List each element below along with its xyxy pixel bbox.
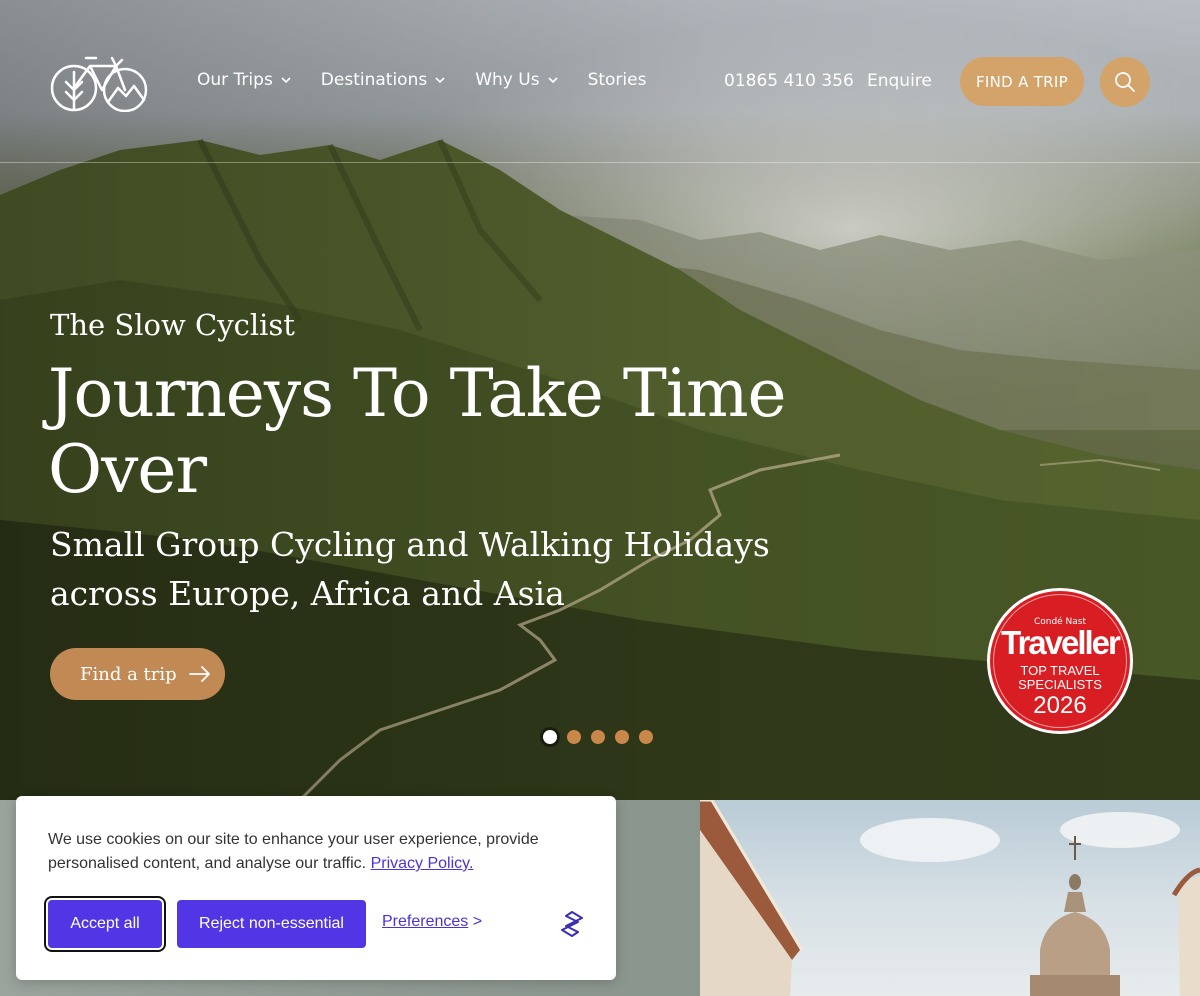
nav-destinations[interactable]: Destinations — [321, 70, 445, 90]
search-icon — [1115, 72, 1135, 92]
accept-all-button[interactable]: Accept all — [48, 900, 162, 948]
nav-label: Our Trips — [197, 70, 273, 90]
arrow-right-icon — [188, 666, 210, 682]
nav-label: Stories — [587, 70, 647, 90]
nav-why-us[interactable]: Why Us — [475, 70, 558, 90]
search-button[interactable] — [1100, 57, 1150, 107]
nav-our-trips[interactable]: Our Trips — [197, 70, 291, 90]
preferences-chevron: > — [472, 913, 483, 930]
privacy-policy-link[interactable]: Privacy Policy. — [371, 855, 474, 872]
carousel-dot[interactable] — [543, 730, 557, 744]
badge-award: TOP TRAVEL SPECIALISTS — [1018, 663, 1102, 692]
preferences-label: Preferences — [382, 913, 469, 930]
hero-headline: Journeys To Take Time Over — [48, 355, 787, 508]
carousel-dots — [543, 730, 653, 744]
conde-nast-traveller-badge: Condé Nast Traveller TOP TRAVEL SPECIALI… — [987, 588, 1133, 734]
chevron-down-icon — [281, 77, 291, 84]
nav-label: Why Us — [475, 70, 540, 90]
chevron-down-icon — [435, 77, 445, 84]
cta-label: Find a trip — [80, 663, 177, 685]
find-a-trip-button[interactable]: FIND A TRIP — [960, 57, 1084, 106]
carousel-dot[interactable] — [615, 730, 629, 744]
enquire-link[interactable]: Enquire — [867, 71, 932, 91]
cookie-message: We use cookies on our site to enhance yo… — [48, 828, 588, 876]
cookie-consent-banner: We use cookies on our site to enhance yo… — [16, 796, 616, 980]
badge-title: Traveller — [1001, 624, 1121, 661]
carousel-dot[interactable] — [591, 730, 605, 744]
chevron-down-icon — [548, 77, 558, 84]
hero-subheading: Small Group Cycling and Walking Holidays… — [50, 525, 770, 613]
phone-link[interactable]: 01865 410 356 — [724, 71, 854, 91]
church-tower-image — [700, 800, 1200, 996]
carousel-dot[interactable] — [567, 730, 581, 744]
reject-non-essential-button[interactable]: Reject non-essential — [177, 900, 366, 948]
preferences-link[interactable]: Preferences > — [382, 913, 482, 931]
nav-stories[interactable]: Stories — [588, 70, 647, 90]
site-header: Our Trips Destinations Why Us Stories 01… — [0, 0, 1200, 163]
main-nav: Our Trips Destinations Why Us Stories — [197, 70, 676, 90]
badge-year: 2026 — [1033, 692, 1087, 719]
nav-label: Destinations — [320, 70, 428, 90]
find-a-trip-cta[interactable]: Find a trip — [50, 648, 225, 700]
carousel-dot[interactable] — [639, 730, 653, 744]
hero-eyebrow: The Slow Cyclist — [50, 308, 295, 342]
consent-manager-logo-icon — [558, 910, 586, 938]
bicycle-logo-icon[interactable] — [50, 52, 148, 113]
